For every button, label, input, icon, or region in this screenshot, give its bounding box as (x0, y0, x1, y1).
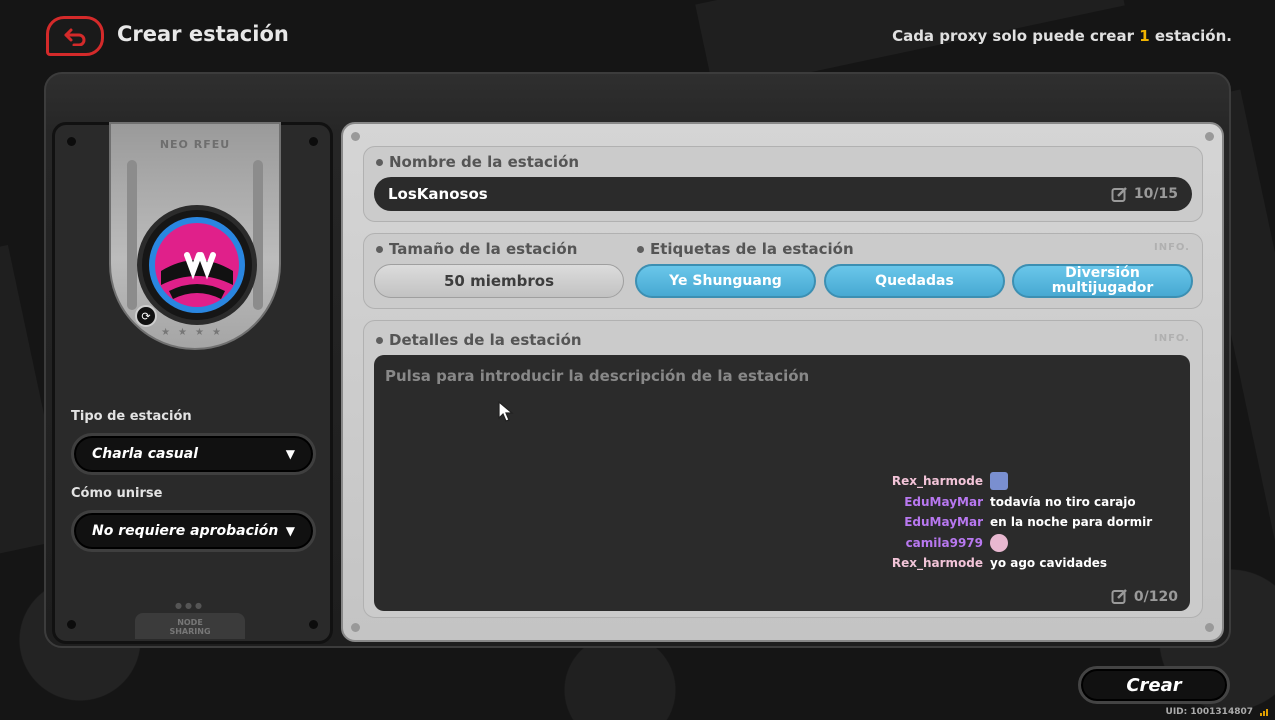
back-button[interactable] (46, 16, 104, 56)
uid-label: UID: 1001314807 (1165, 707, 1253, 717)
badge-stars: ★★★★ (161, 327, 229, 338)
name-char-counter: 10/15 (1111, 186, 1178, 203)
station-size-selector[interactable]: 50 miembros (374, 264, 624, 298)
proxy-limit-note: Cada proxy solo puede crear 1 estación. (892, 27, 1232, 45)
details-info-label[interactable]: INFO. (1154, 333, 1190, 344)
change-avatar-icon[interactable]: ⟳ (135, 305, 157, 327)
station-type-dropdown[interactable]: Charla casual ▼ (71, 433, 316, 475)
chat-message: EduMayMar en la noche para dormir (904, 515, 1153, 530)
tag-ye-shunguang[interactable]: Ye Shunguang (635, 264, 816, 298)
node-sharing-plate: ●●● NODE SHARING (135, 601, 245, 639)
station-type-label: Tipo de estación (71, 409, 192, 424)
edit-icon (1111, 589, 1127, 604)
size-section-title: Tamaño de la estación (376, 240, 577, 258)
description-placeholder: Pulsa para introducir la descripción de … (385, 367, 810, 385)
station-description-input[interactable]: Pulsa para introducir la descripción de … (374, 355, 1190, 611)
station-name-value: LosKanosos (388, 185, 488, 203)
chat-message: camila9979 (874, 533, 1164, 554)
tags-section-title: Etiquetas de la estación (637, 240, 854, 258)
details-section: Detalles de la estación INFO. Pulsa para… (363, 320, 1203, 618)
signal-icon (1260, 709, 1268, 716)
edit-icon (1111, 186, 1127, 202)
chat-overlay: Rex_harmode EduMayMar todavía no tiro ca… (874, 471, 1164, 574)
join-method-value: No requiere aprobación (92, 523, 279, 539)
create-button[interactable]: Crear (1078, 666, 1230, 704)
details-section-title: Detalles de la estación (376, 331, 582, 349)
chat-message: Rex_harmode yo ago cavidades (891, 556, 1108, 571)
station-avatar[interactable] (137, 205, 257, 325)
right-panel: Nombre de la estación LosKanosos 10/15 T… (341, 122, 1224, 642)
name-section-title: Nombre de la estación (376, 153, 579, 171)
join-method-label: Cómo unirse (71, 486, 163, 501)
emote-icon (990, 472, 1008, 491)
name-section: Nombre de la estación LosKanosos 10/15 (363, 146, 1203, 222)
tags-info-label[interactable]: INFO. (1154, 242, 1190, 253)
tag-diversion-multijugador[interactable]: Diversión multijugador (1012, 264, 1193, 298)
avatar-image (149, 217, 245, 313)
station-type-value: Charla casual (92, 446, 199, 462)
dropdown-arrow-icon: ▼ (285, 524, 295, 538)
tag-quedadas[interactable]: Quedadas (824, 264, 1005, 298)
join-method-dropdown[interactable]: No requiere aprobación ▼ (71, 510, 316, 552)
chat-message: Rex_harmode (874, 471, 1164, 492)
station-name-input[interactable]: LosKanosos 10/15 (374, 177, 1192, 211)
description-char-counter: 0/120 (1111, 588, 1178, 605)
badge-stamp: NEO RFEU (159, 138, 231, 151)
size-tags-section: Tamaño de la estación 50 miembros Etique… (363, 233, 1203, 309)
chat-message: EduMayMar todavía no tiro carajo (904, 494, 1136, 509)
dropdown-arrow-icon: ▼ (285, 447, 295, 461)
emote-icon (990, 533, 1008, 552)
left-panel: NEO RFEU ★★★★ ⟳ Tipo de estación Charla … (52, 122, 333, 644)
back-arrow-icon (64, 28, 86, 46)
page-title: Crear estación (117, 22, 289, 46)
mouse-cursor-icon (498, 401, 514, 422)
